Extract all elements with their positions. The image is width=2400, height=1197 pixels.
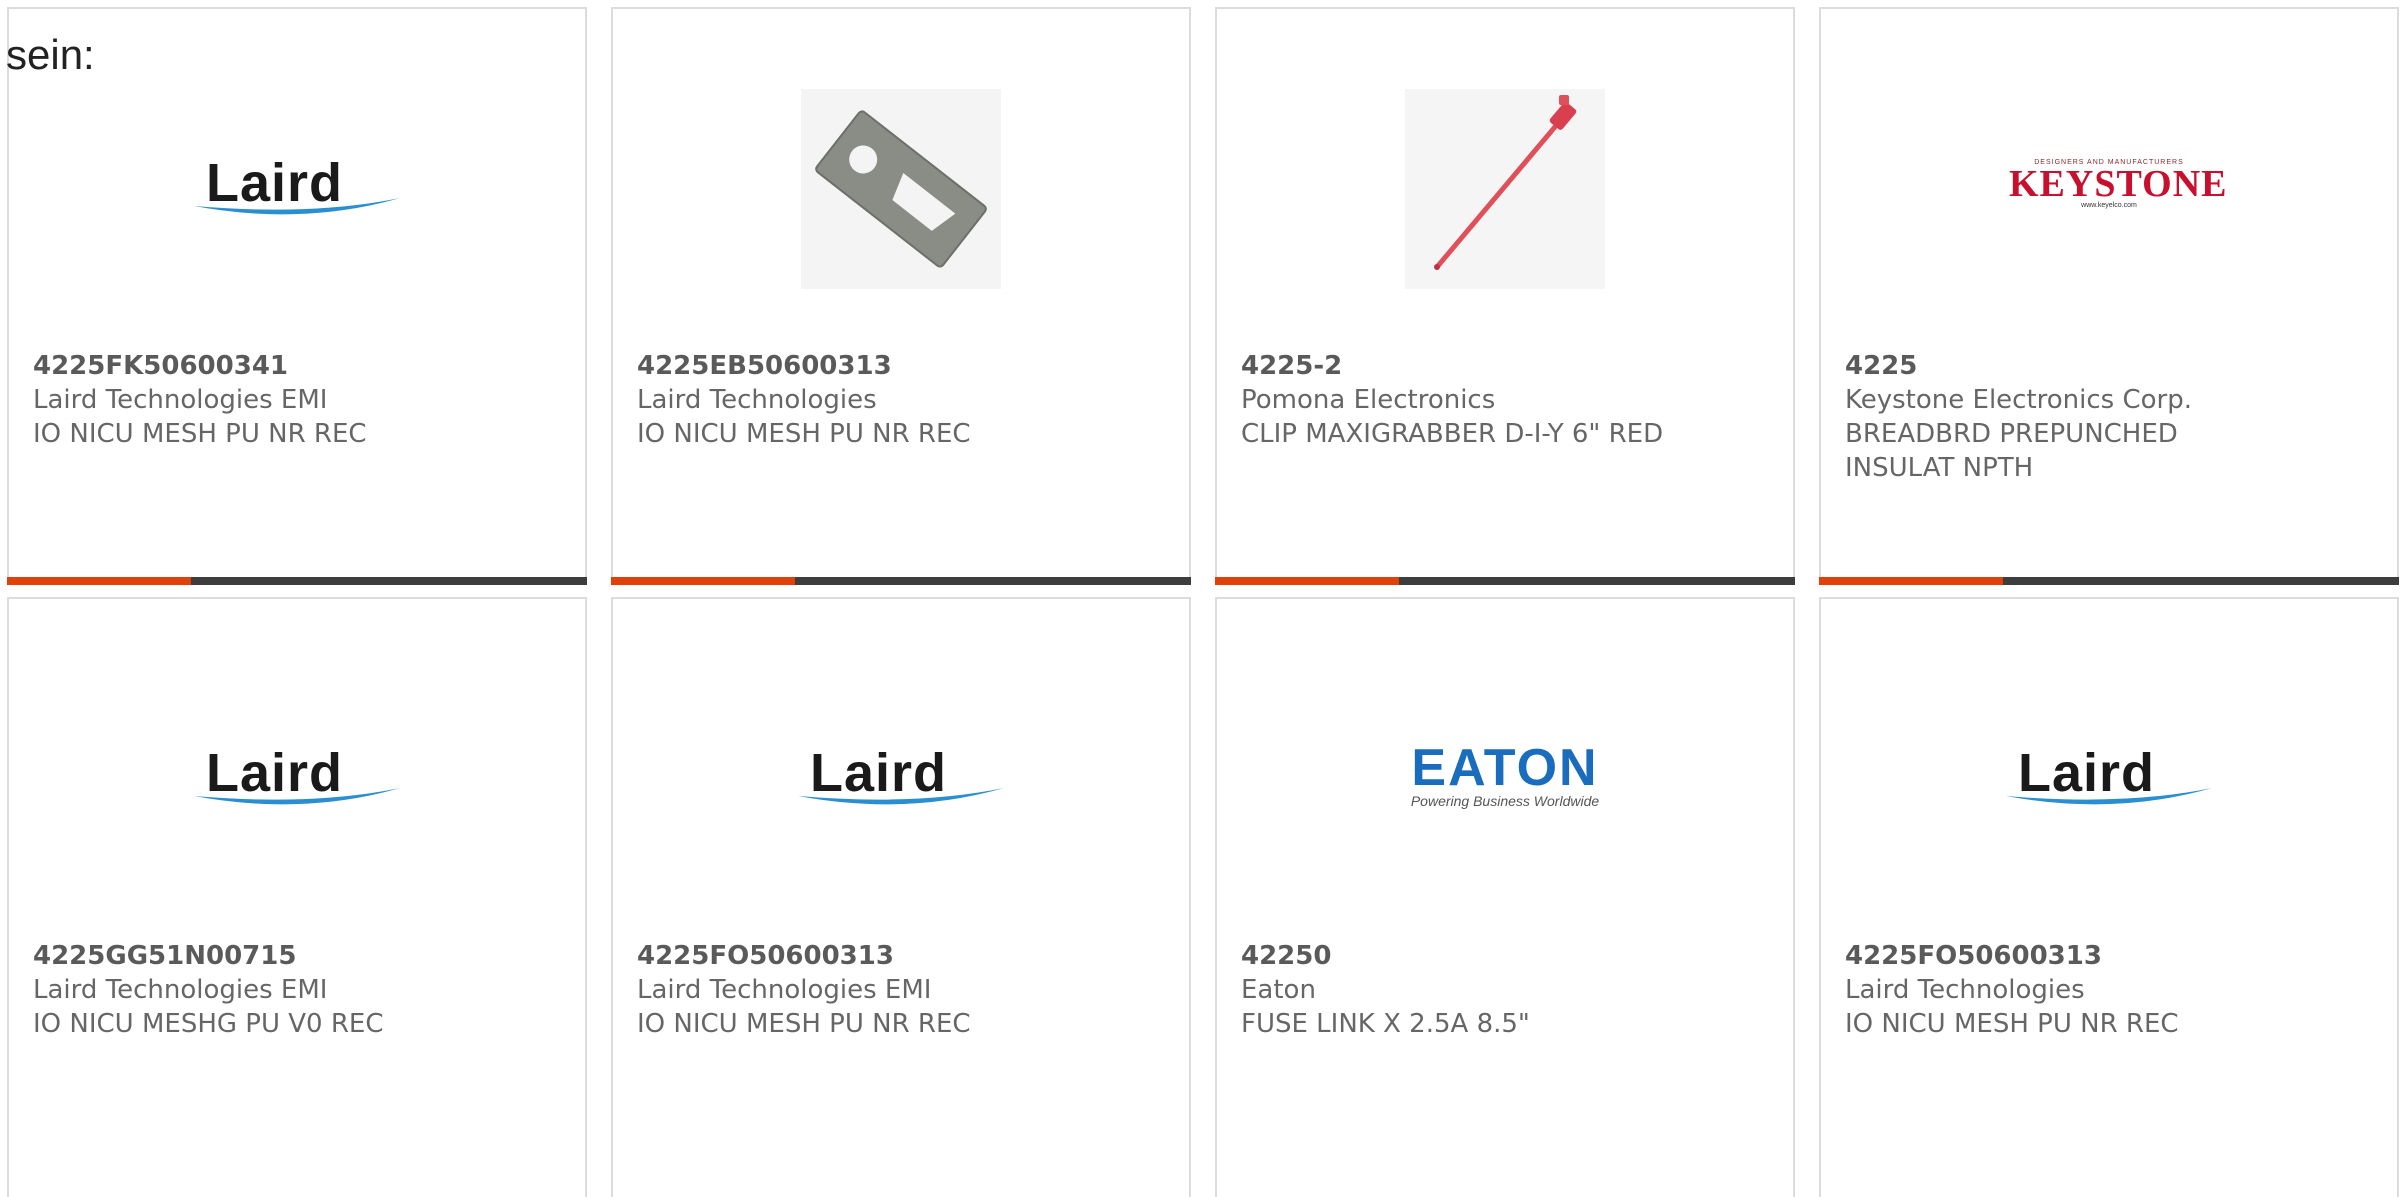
product-info: 4225FK50600341 Laird Technologies EMI IO… [33, 349, 565, 451]
laird-logo: Laird [796, 743, 1006, 814]
card-bottom-bar [611, 577, 1191, 585]
product-image[interactable]: Laird [1821, 669, 2397, 889]
part-number[interactable]: 4225FO50600313 [637, 939, 1169, 973]
product-info: 4225GG51N00715 Laird Technologies EMI IO… [33, 939, 565, 1041]
eaton-logo: EATON Powering Business Worldwide [1410, 739, 1600, 809]
test-clip-photo [1405, 89, 1605, 289]
description: IO NICU MESH PU NR REC [33, 419, 367, 449]
description: IO NICU MESH PU NR REC [637, 419, 971, 449]
manufacturer: Keystone Electronics Corp. [1845, 385, 2193, 415]
card-bottom-bar [7, 577, 587, 585]
manufacturer: Laird Technologies EMI [637, 975, 932, 1005]
part-number[interactable]: 4225FO50600313 [1845, 939, 2377, 973]
product-card[interactable]: EATON Powering Business Worldwide 42250 … [1215, 597, 1795, 1197]
product-card[interactable]: 4225EB50600313 Laird Technologies IO NIC… [611, 7, 1191, 585]
product-image[interactable] [1217, 79, 1793, 299]
laird-logo: Laird [192, 743, 402, 814]
product-image[interactable]: Laird [9, 79, 585, 299]
card-accent-bar [611, 577, 795, 585]
description: FUSE LINK X 2.5A 8.5" [1241, 1009, 1530, 1039]
part-number[interactable]: 4225FK50600341 [33, 349, 565, 383]
laird-logo: Laird [2004, 743, 2214, 814]
manufacturer: Pomona Electronics [1241, 385, 1496, 415]
product-card[interactable]: Laird 4225FO50600313 Laird Technologies … [1819, 597, 2399, 1197]
laird-logo: Laird [192, 153, 402, 224]
product-image[interactable] [613, 79, 1189, 299]
card-bottom-bar [1819, 577, 2399, 585]
manufacturer: Laird Technologies [1845, 975, 2085, 1005]
part-number[interactable]: 4225EB50600313 [637, 349, 1169, 383]
intro-text: sein: [6, 31, 95, 78]
product-info: 4225FO50600313 Laird Technologies IO NIC… [1845, 939, 2377, 1041]
description: CLIP MAXIGRABBER D-I-Y 6" RED [1241, 419, 1664, 449]
part-number[interactable]: 4225GG51N00715 [33, 939, 565, 973]
manufacturer: Laird Technologies [637, 385, 877, 415]
part-number[interactable]: 4225-2 [1241, 349, 1773, 383]
product-card[interactable]: Laird 4225FK50600341 Laird Technologies … [7, 7, 587, 585]
manufacturer: Eaton [1241, 975, 1316, 1005]
product-card[interactable]: DESIGNERS AND MANUFACTURERS KEYSTONE www… [1819, 7, 2399, 585]
gasket-photo [801, 89, 1001, 289]
card-bottom-bar [1215, 577, 1795, 585]
card-accent-bar [1215, 577, 1399, 585]
product-info: 4225-2 Pomona Electronics CLIP MAXIGRABB… [1241, 349, 1773, 451]
product-image[interactable]: DESIGNERS AND MANUFACTURERS KEYSTONE www… [1821, 79, 2397, 299]
product-card[interactable]: Laird 4225GG51N00715 Laird Technologies … [7, 597, 587, 1197]
product-card[interactable]: 4225-2 Pomona Electronics CLIP MAXIGRABB… [1215, 7, 1795, 585]
product-info: 4225EB50600313 Laird Technologies IO NIC… [637, 349, 1169, 451]
manufacturer: Laird Technologies EMI [33, 975, 328, 1005]
description: BREADBRD PREPUNCHED INSULAT NPTH [1845, 419, 2178, 483]
card-accent-bar [1819, 577, 2003, 585]
product-info: 4225 Keystone Electronics Corp. BREADBRD… [1845, 349, 2377, 485]
manufacturer: Laird Technologies EMI [33, 385, 328, 415]
part-number[interactable]: 4225 [1845, 349, 2377, 383]
product-grid: Laird 4225FK50600341 Laird Technologies … [7, 7, 2400, 1197]
product-info: 4225FO50600313 Laird Technologies EMI IO… [637, 939, 1169, 1041]
product-card[interactable]: Laird 4225FO50600313 Laird Technologies … [611, 597, 1191, 1197]
keystone-logo: DESIGNERS AND MANUFACTURERS KEYSTONE www… [2009, 159, 2228, 209]
product-info: 42250 Eaton FUSE LINK X 2.5A 8.5" [1241, 939, 1773, 1041]
card-accent-bar [7, 577, 191, 585]
product-image[interactable]: Laird [613, 669, 1189, 889]
description: IO NICU MESH PU NR REC [637, 1009, 971, 1039]
description: IO NICU MESH PU NR REC [1845, 1009, 2179, 1039]
product-image[interactable]: Laird [9, 669, 585, 889]
product-image[interactable]: EATON Powering Business Worldwide [1217, 669, 1793, 889]
part-number[interactable]: 42250 [1241, 939, 1773, 973]
description: IO NICU MESHG PU V0 REC [33, 1009, 384, 1039]
